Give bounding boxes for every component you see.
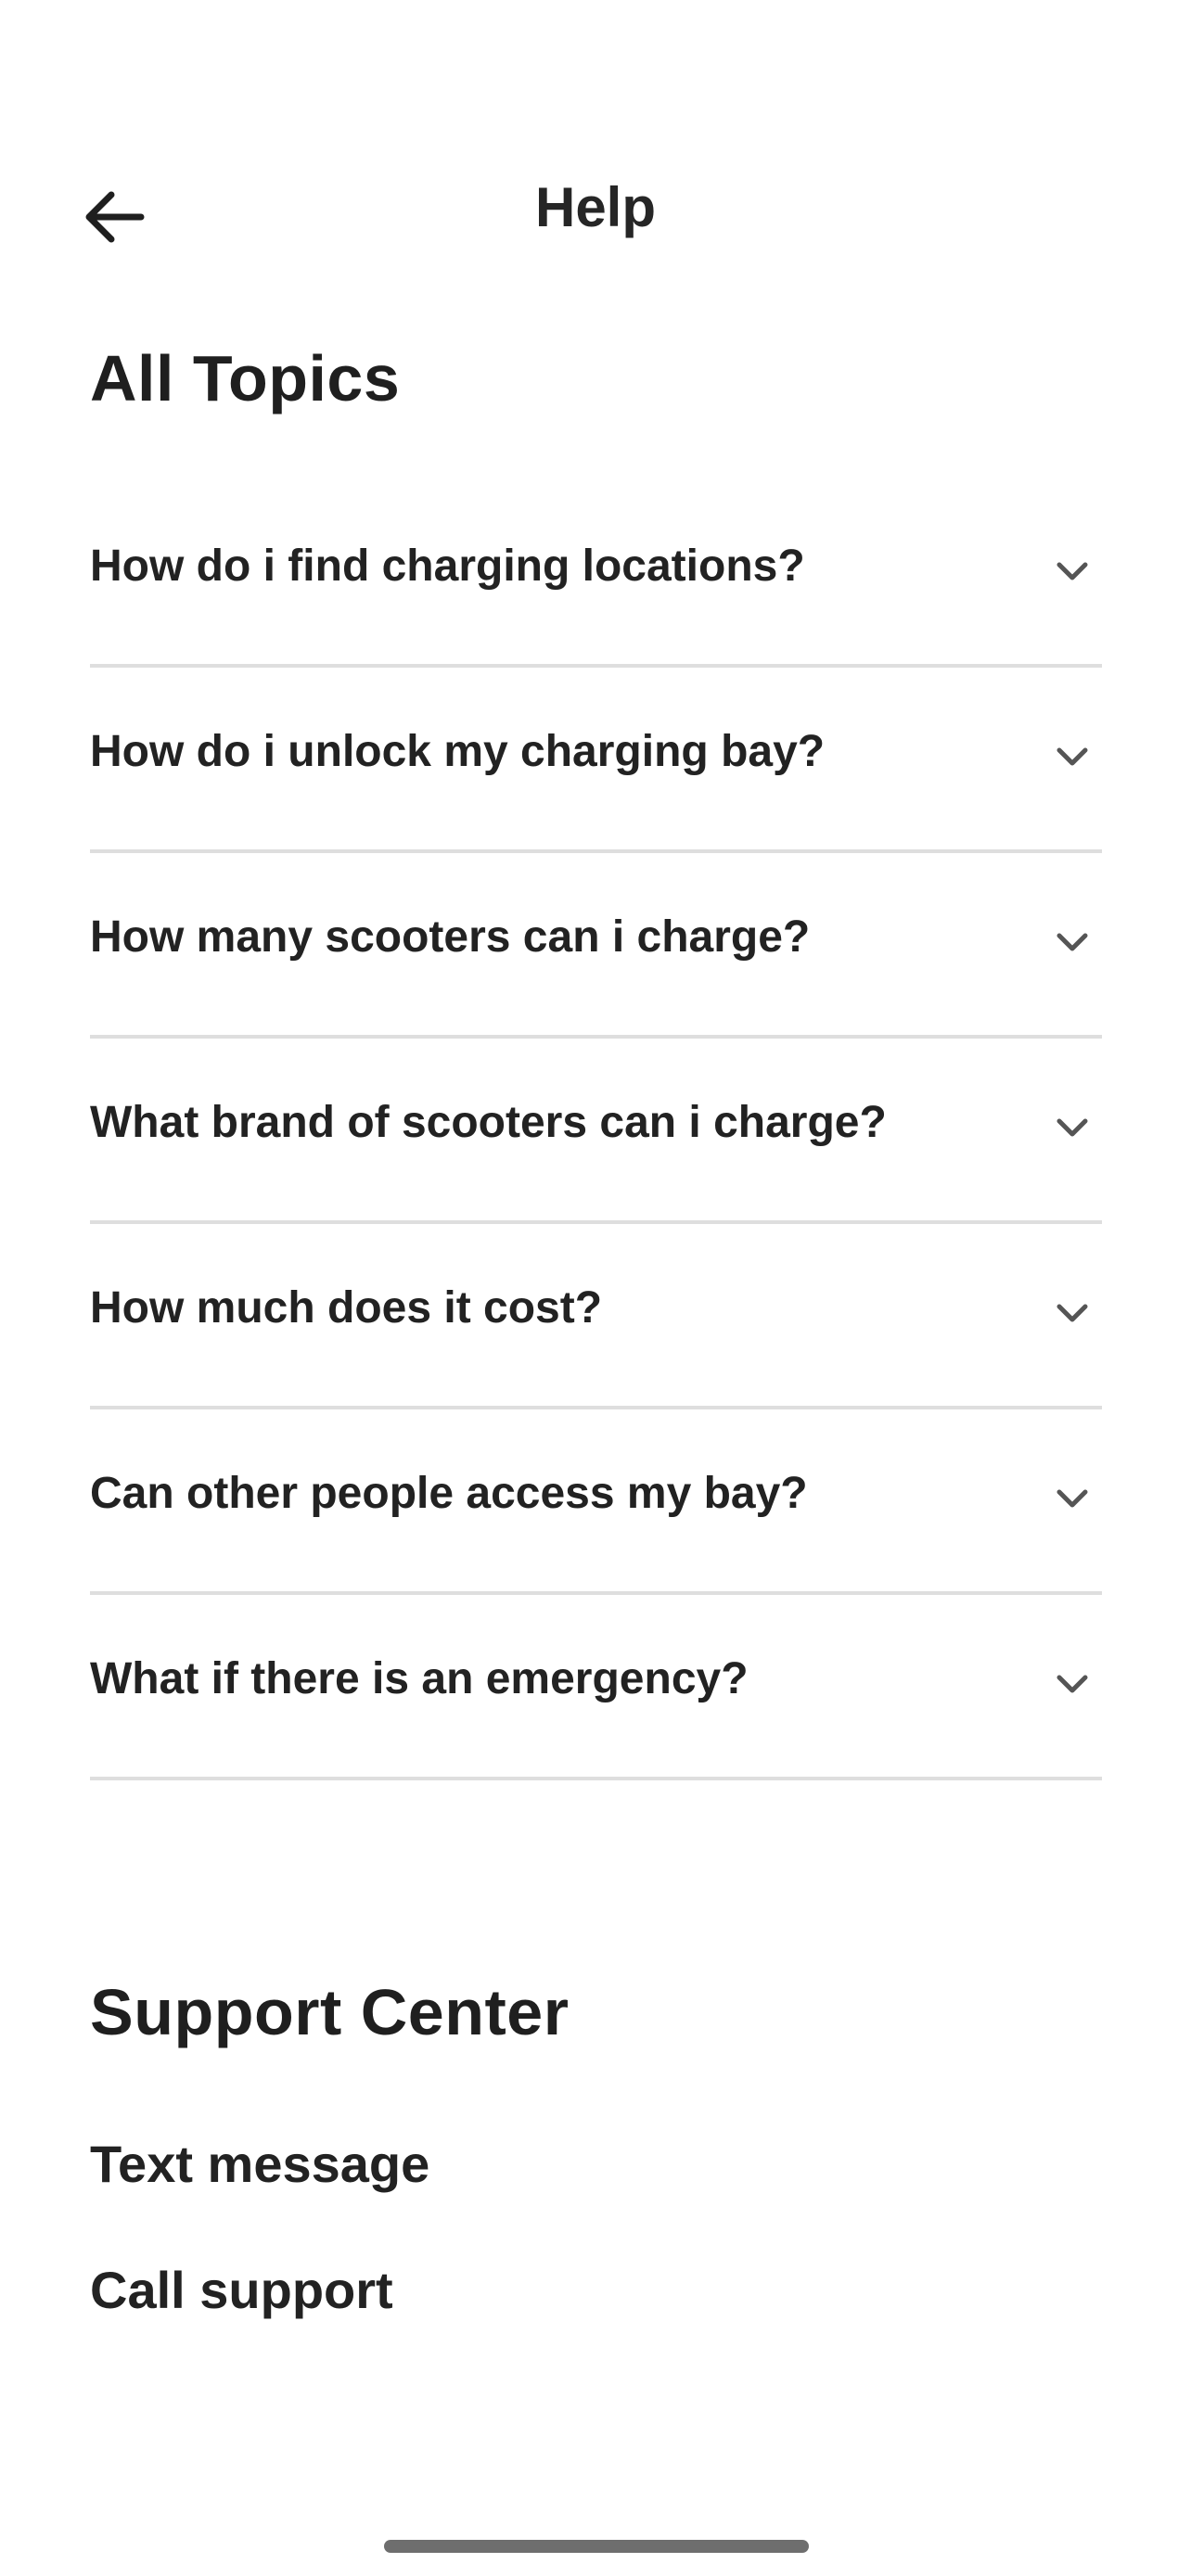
chevron-down-icon — [1057, 1675, 1088, 1693]
chevron-down-icon — [1057, 1489, 1088, 1508]
faq-item-find-charging-locations[interactable]: How do i find charging locations? — [90, 482, 1102, 668]
faq-item-scooter-brands[interactable]: What brand of scooters can i charge? — [90, 1039, 1102, 1224]
text-message-link[interactable]: Text message — [90, 2133, 429, 2196]
chevron-down-icon — [1057, 1304, 1088, 1322]
top-nav-bar: Help — [0, 148, 1191, 269]
call-support-link[interactable]: Call support — [90, 2259, 429, 2322]
faq-question: How do i unlock my charging bay? — [90, 727, 826, 776]
faq-question: How much does it cost? — [90, 1283, 603, 1333]
faq-item-cost[interactable]: How much does it cost? — [90, 1224, 1102, 1409]
chevron-down-icon — [1057, 1118, 1088, 1137]
faq-question: How many scooters can i charge? — [90, 912, 811, 962]
faq-item-bay-access[interactable]: Can other people access my bay? — [90, 1409, 1102, 1595]
home-indicator[interactable] — [384, 2540, 809, 2553]
faq-question: What brand of scooters can i charge? — [90, 1098, 887, 1147]
faq-item-how-many-scooters[interactable]: How many scooters can i charge? — [90, 853, 1102, 1039]
support-center-heading: Support Center — [90, 1976, 570, 2048]
faq-question: How do i find charging locations? — [90, 542, 805, 591]
faq-item-emergency[interactable]: What if there is an emergency? — [90, 1595, 1102, 1780]
all-topics-heading: All Topics — [90, 342, 401, 414]
faq-item-unlock-charging-bay[interactable]: How do i unlock my charging bay? — [90, 668, 1102, 853]
faq-question: What if there is an emergency? — [90, 1654, 749, 1703]
chevron-down-icon — [1057, 747, 1088, 766]
chevron-down-icon — [1057, 562, 1088, 580]
faq-list: How do i find charging locations? How do… — [90, 482, 1102, 1780]
support-links: Text message Call support — [90, 2133, 429, 2385]
faq-question: Can other people access my bay? — [90, 1469, 808, 1518]
chevron-down-icon — [1057, 933, 1088, 951]
page-title: Help — [534, 176, 657, 238]
